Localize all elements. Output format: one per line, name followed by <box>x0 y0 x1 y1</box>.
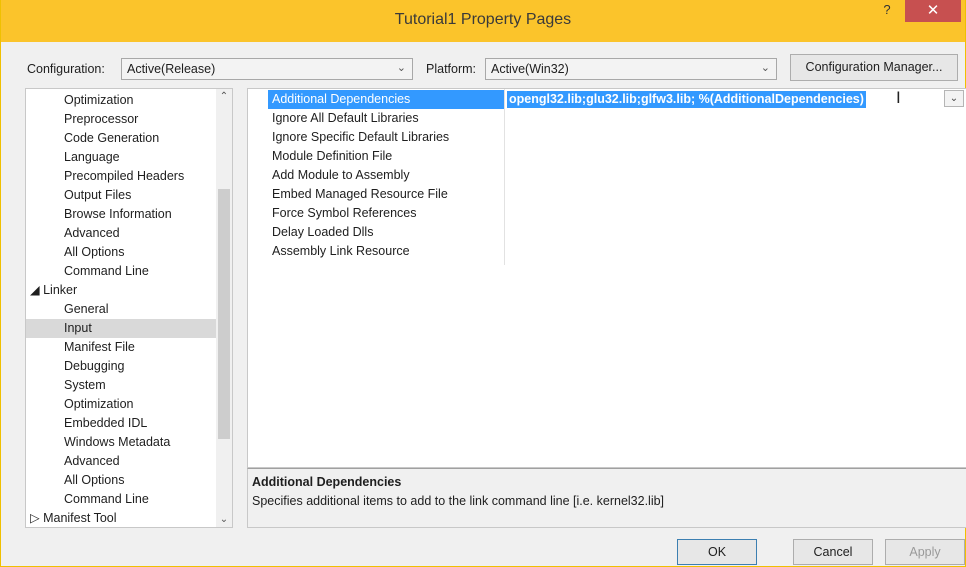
property-value[interactable] <box>504 109 944 128</box>
tree-item[interactable]: System <box>26 376 216 395</box>
close-button[interactable]: ✕ <box>905 0 961 22</box>
property-row[interactable]: Module Definition File <box>248 147 966 166</box>
description-panel: Additional Dependencies Specifies additi… <box>247 468 966 528</box>
platform-value: Active(Win32) <box>491 62 569 76</box>
property-row[interactable]: Additional Dependencies opengl32.lib;glu3… <box>248 88 966 109</box>
property-row[interactable]: Ignore Specific Default Libraries <box>248 128 966 147</box>
scrollbar-thumb[interactable] <box>218 189 230 439</box>
property-name: Embed Managed Resource File <box>272 187 448 201</box>
tree-item[interactable]: Command Line <box>26 490 216 509</box>
tree-item[interactable]: Command Line <box>26 262 216 281</box>
tree-item[interactable]: General <box>26 300 216 319</box>
property-value[interactable] <box>504 223 944 242</box>
property-value[interactable] <box>504 147 944 166</box>
property-name: Assembly Link Resource <box>272 244 410 258</box>
property-value[interactable] <box>504 185 944 204</box>
configuration-combo[interactable]: Active(Release) ⌄ <box>121 58 413 80</box>
tree-item[interactable]: Embedded IDL <box>26 414 216 433</box>
property-name: Module Definition File <box>272 149 393 163</box>
configuration-label: Configuration: <box>27 62 105 76</box>
property-value[interactable] <box>504 128 944 147</box>
tree-item[interactable]: ▷ Manifest Tool <box>26 509 216 527</box>
tree-item[interactable]: Language <box>26 148 216 167</box>
chevron-down-icon[interactable]: ⌄ <box>216 514 232 525</box>
property-name: Add Module to Assembly <box>272 168 410 182</box>
chevron-down-icon: ⌄ <box>760 62 770 74</box>
tree-item[interactable]: All Options <box>26 243 216 262</box>
platform-combo[interactable]: Active(Win32) ⌄ <box>485 58 777 80</box>
property-name: Ignore All Default Libraries <box>272 111 419 125</box>
tree-item[interactable]: Manifest File <box>26 338 216 357</box>
property-name: Delay Loaded Dlls <box>272 225 374 239</box>
property-name: Force Symbol References <box>272 206 417 220</box>
description-title: Additional Dependencies <box>252 475 402 489</box>
property-pages-window: Tutorial1 Property Pages ? ✕ Configurati… <box>0 0 966 567</box>
property-value[interactable]: opengl32.lib;glu32.lib;glfw3.lib; %(Addi… <box>504 88 964 109</box>
property-tree: Optimization Preprocessor Code Generation L… <box>25 88 233 528</box>
property-grid: Additional Dependencies opengl32.lib;glu3… <box>247 88 966 468</box>
property-row[interactable]: Ignore All Default Libraries <box>248 109 966 128</box>
title-bar[interactable]: Tutorial1 Property Pages ? ✕ <box>1 0 965 42</box>
platform-label: Platform: <box>426 62 477 76</box>
tree-item[interactable]: Windows Metadata <box>26 433 216 452</box>
property-name: Ignore Specific Default Libraries <box>272 130 450 144</box>
apply-button[interactable]: Apply <box>885 539 965 565</box>
tree-item[interactable]: ◢ Linker <box>26 281 216 300</box>
window-title: Tutorial1 Property Pages <box>394 11 572 28</box>
text-cursor-icon: I <box>896 88 901 107</box>
tree-item[interactable]: Optimization <box>26 395 216 414</box>
tree-item[interactable]: Input <box>26 319 216 338</box>
tree-item[interactable]: Precompiled Headers <box>26 167 216 186</box>
cancel-button[interactable]: Cancel <box>793 539 873 565</box>
property-value[interactable] <box>504 204 944 223</box>
configuration-manager-button[interactable]: Configuration Manager... <box>790 54 958 81</box>
chevron-down-icon: ⌄ <box>396 62 406 74</box>
tree-item[interactable]: All Options <box>26 471 216 490</box>
property-row[interactable]: Delay Loaded Dlls <box>248 223 966 242</box>
close-icon: ✕ <box>926 2 940 19</box>
property-row[interactable]: Assembly Link Resource <box>248 242 966 261</box>
property-value[interactable] <box>504 242 944 261</box>
property-row[interactable]: Force Symbol References <box>248 204 966 223</box>
ok-button[interactable]: OK <box>677 539 757 565</box>
configuration-value: Active(Release) <box>127 62 216 76</box>
tree-item[interactable]: Output Files <box>26 186 216 205</box>
help-button[interactable]: ? <box>872 2 902 22</box>
property-value-text[interactable]: opengl32.lib;glu32.lib;glfw3.lib; %(Addi… <box>507 91 866 108</box>
tree-item[interactable]: Advanced <box>26 452 216 471</box>
tree-item[interactable]: Preprocessor <box>26 110 216 129</box>
property-row[interactable]: Add Module to Assembly <box>248 166 966 185</box>
description-text: Specifies additional items to add to the… <box>252 494 665 508</box>
property-name: Additional Dependencies <box>268 90 504 109</box>
property-value[interactable] <box>504 166 944 185</box>
chevron-down-icon[interactable]: ⌄ <box>944 90 964 107</box>
tree-scrollbar[interactable]: ⌃ ⌄ <box>216 89 232 527</box>
property-row[interactable]: Embed Managed Resource File <box>248 185 966 204</box>
tree-item[interactable]: Debugging <box>26 357 216 376</box>
tree-item[interactable]: Browse Information <box>26 205 216 224</box>
tree-item[interactable]: Advanced <box>26 224 216 243</box>
tree-item[interactable]: Optimization <box>26 91 216 110</box>
chevron-up-icon[interactable]: ⌃ <box>216 91 232 102</box>
tree-item[interactable]: Code Generation <box>26 129 216 148</box>
